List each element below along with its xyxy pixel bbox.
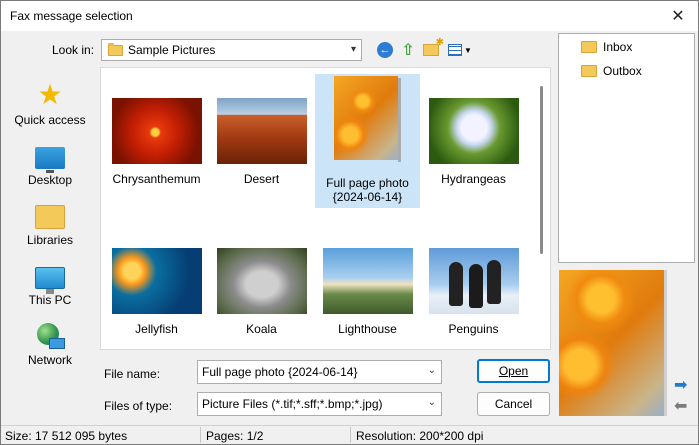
file-label: Desert	[243, 172, 280, 186]
views-menu-button[interactable]: ▼	[447, 40, 473, 60]
new-folder-button[interactable]	[421, 37, 444, 60]
folder-icon	[108, 42, 123, 56]
folder-icon	[581, 65, 597, 77]
desktop-icon	[35, 147, 65, 173]
folder-label: Inbox	[603, 40, 633, 54]
status-pages: Pages: 1/2	[206, 429, 264, 443]
chevron-down-icon: ▾	[350, 44, 356, 55]
thumbnail-image	[111, 248, 202, 314]
place-network[interactable]: Network	[2, 315, 98, 375]
file-item-koala[interactable]: Koala	[209, 248, 314, 336]
title-bar: Fax message selection ✕	[1, 1, 698, 31]
thumbnail-image	[111, 98, 202, 164]
chevron-down-icon: ⌄	[427, 365, 436, 376]
place-desktop[interactable]: Desktop	[2, 135, 98, 195]
this-pc-icon	[35, 267, 65, 294]
thumbnail-image	[334, 76, 401, 162]
place-label: Quick access	[14, 113, 86, 127]
file-type-label: Files of type:	[104, 399, 173, 413]
status-resolution: Resolution: 200*200 dpi	[356, 429, 484, 443]
file-type-value: Picture Files (*.tif;*.sff;*.bmp;*.jpg)	[202, 397, 383, 411]
back-icon: ←	[377, 42, 393, 58]
network-icon	[35, 323, 65, 349]
file-name-combobox[interactable]: Full page photo {2024-06-14} ⌄	[197, 360, 442, 384]
folder-icon	[581, 41, 597, 53]
status-size: Size: 17 512 095 bytes	[5, 429, 128, 443]
close-button[interactable]: ✕	[658, 1, 698, 31]
file-item-lighthouse[interactable]: Lighthouse	[315, 248, 420, 336]
place-label: Desktop	[27, 173, 73, 187]
file-label: Jellyfish	[135, 322, 178, 336]
page-preview-image	[559, 270, 667, 416]
place-quick-access[interactable]: ★ Quick access	[2, 75, 98, 135]
file-label: Hydrangeas	[441, 172, 506, 186]
folder-item-outbox[interactable]: Outbox	[581, 64, 642, 78]
file-type-combobox[interactable]: Picture Files (*.tif;*.sff;*.bmp;*.jpg) …	[197, 392, 442, 416]
thumbnail-image	[428, 248, 519, 314]
file-item-chrysanthemum[interactable]: Chrysanthemum	[104, 98, 209, 186]
look-in-value: Sample Pictures	[128, 43, 216, 57]
folder-item-inbox[interactable]: Inbox	[581, 40, 632, 54]
thumbnail-image	[216, 98, 307, 164]
close-icon: ✕	[671, 8, 685, 25]
star-icon: ★	[37, 79, 63, 110]
fax-message-selection-dialog: Fax message selection ✕ Look in: Sample …	[0, 0, 699, 445]
open-button-label: Open	[498, 364, 529, 378]
places-bar: ★ Quick access Desktop Libraries This PC…	[2, 67, 98, 372]
file-name-label: File name:	[104, 367, 161, 381]
open-button[interactable]: Open	[477, 359, 550, 383]
next-page-arrow-icon[interactable]: ➡	[674, 375, 687, 395]
thumbnail-image	[216, 248, 307, 314]
up-folder-icon: ⇧	[401, 42, 415, 59]
look-in-label: Look in:	[52, 43, 95, 57]
file-item-penguins[interactable]: Penguins	[421, 248, 526, 336]
cancel-button-label: Cancel	[494, 397, 533, 411]
file-name-value: Full page photo {2024-06-14}	[202, 365, 358, 379]
previous-page-arrow-icon[interactable]: ⬅	[674, 396, 687, 416]
status-separator	[350, 427, 351, 443]
file-label: Koala	[246, 322, 277, 336]
status-separator	[200, 427, 201, 443]
thumbnail-image	[428, 98, 519, 164]
folder-label: Outbox	[603, 64, 642, 78]
chevron-down-icon: ⌄	[427, 397, 436, 408]
file-item-hydrangeas[interactable]: Hydrangeas	[421, 98, 526, 186]
dropdown-arrow-icon: ▼	[464, 45, 472, 55]
file-label: Chrysanthemum	[112, 172, 201, 186]
file-item-jellyfish[interactable]: Jellyfish	[104, 248, 209, 336]
libraries-icon	[35, 205, 65, 229]
thumbnail-image	[322, 248, 413, 314]
place-label: Libraries	[26, 233, 74, 247]
views-menu-icon	[448, 44, 463, 56]
look-in-combobox[interactable]: Sample Pictures ▾	[101, 39, 362, 61]
place-this-pc[interactable]: This PC	[2, 255, 98, 315]
cancel-button[interactable]: Cancel	[477, 392, 550, 416]
file-label-line2: {2024-06-14}	[332, 190, 403, 204]
place-libraries[interactable]: Libraries	[2, 195, 98, 255]
vertical-scrollbar[interactable]	[540, 86, 543, 254]
file-label-line1: Full page photo	[326, 176, 409, 190]
file-label: Penguins	[448, 322, 499, 336]
file-item-full-page-photo[interactable]: Full page photo {2024-06-14}	[315, 74, 420, 208]
file-list[interactable]: Chrysanthemum Desert Full page photo {202…	[100, 67, 551, 350]
back-button[interactable]: ←	[375, 40, 395, 60]
file-label: Full page photo {2024-06-14}	[326, 176, 409, 204]
new-folder-icon	[423, 37, 444, 56]
dialog-title: Fax message selection	[10, 9, 133, 23]
place-label: This PC	[28, 293, 72, 307]
up-folder-button[interactable]: ⇧	[398, 40, 418, 60]
file-item-desert[interactable]: Desert	[209, 98, 314, 186]
place-label: Network	[27, 353, 72, 367]
file-label: Lighthouse	[338, 322, 397, 336]
status-bar: Size: 17 512 095 bytes Pages: 1/2 Resolu…	[1, 425, 698, 444]
fax-folder-list[interactable]: Inbox Outbox	[558, 33, 695, 263]
